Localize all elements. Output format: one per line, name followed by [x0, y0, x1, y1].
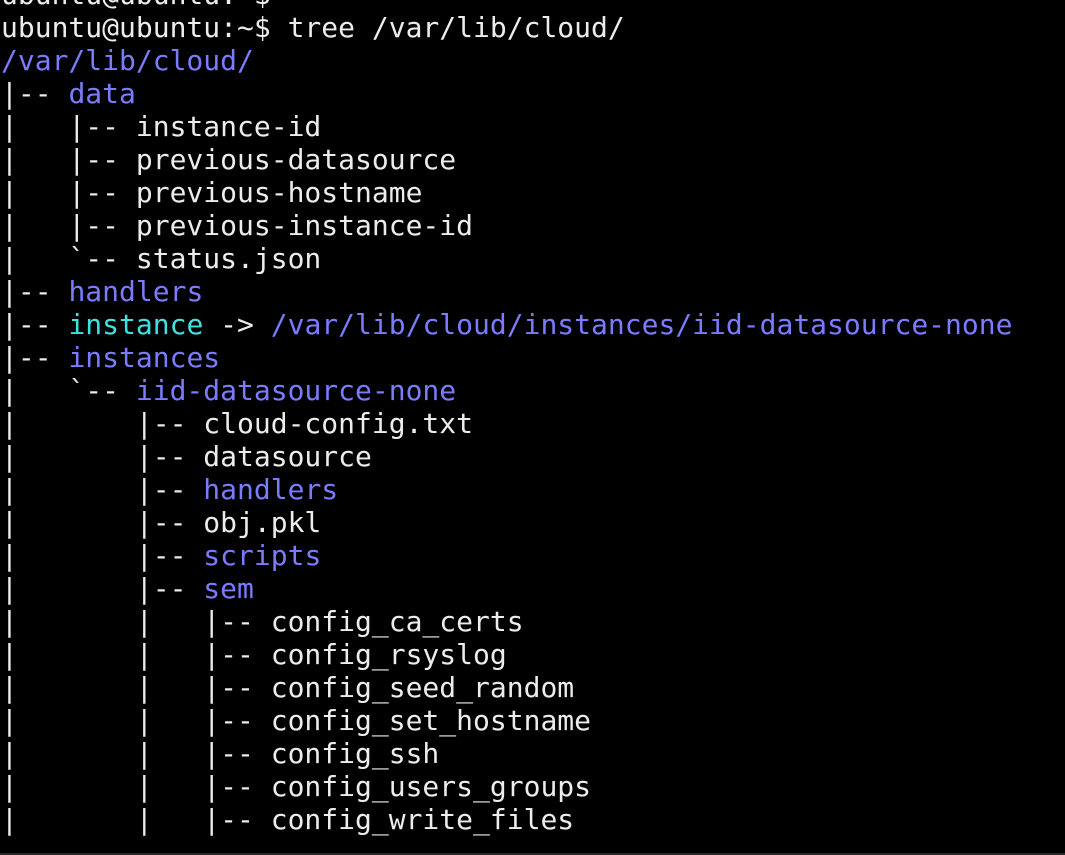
- entry-config-users-groups-segment-0: | | |-- config_users_groups: [1, 770, 592, 803]
- entry-sub-handlers-segment-1: handlers: [203, 473, 339, 506]
- entry-obj-pkl-segment-0: | |-- obj.pkl: [1, 506, 322, 539]
- entry-instance-symlink: |-- instance -> /var/lib/cloud/instances…: [1, 308, 1012, 341]
- entry-obj-pkl: | |-- obj.pkl: [1, 506, 1012, 539]
- previous-prompt-line-segment-0: ubuntu@ubuntu:~$: [1, 0, 271, 11]
- entry-previous-instance-id-segment-0: | |-- previous-instance-id: [1, 209, 474, 242]
- entry-cloud-config-txt: | |-- cloud-config.txt: [1, 407, 1012, 440]
- terminal-window[interactable]: ubuntu@ubuntu:~$ubuntu@ubuntu:~$ tree /v…: [0, 0, 1065, 855]
- command-line: ubuntu@ubuntu:~$ tree /var/lib/cloud/: [1, 11, 1012, 44]
- entry-sub-handlers: | |-- handlers: [1, 473, 1012, 506]
- entry-data-segment-1: data: [68, 77, 136, 110]
- entry-previous-instance-id: | |-- previous-instance-id: [1, 209, 1012, 242]
- entry-config-write-files: | | |-- config_write_files: [1, 803, 1012, 836]
- entry-datasource: | |-- datasource: [1, 440, 1012, 473]
- entry-instances: |-- instances: [1, 341, 1012, 374]
- entry-sem: | |-- sem: [1, 572, 1012, 605]
- entry-config-set-hostname: | | |-- config_set_hostname: [1, 704, 1012, 737]
- entry-config-ssh: | | |-- config_ssh: [1, 737, 1012, 770]
- entry-previous-datasource-segment-0: | |-- previous-datasource: [1, 143, 457, 176]
- entry-config-users-groups: | | |-- config_users_groups: [1, 770, 1012, 803]
- entry-instance-symlink-segment-1: instance: [68, 308, 204, 341]
- entry-config-ca-certs-segment-0: | | |-- config_ca_certs: [1, 605, 524, 638]
- entry-previous-datasource: | |-- previous-datasource: [1, 143, 1012, 176]
- entry-sem-segment-1: sem: [203, 572, 254, 605]
- entry-handlers: |-- handlers: [1, 275, 1012, 308]
- root-dir-segment-0: /var/lib/cloud/: [1, 44, 254, 77]
- entry-instance-symlink-segment-2: ->: [203, 308, 271, 341]
- entry-instance-id: | |-- instance-id: [1, 110, 1012, 143]
- entry-instances-segment-0: |--: [1, 341, 69, 374]
- entry-iid-datasource-none: | `-- iid-datasource-none: [1, 374, 1012, 407]
- entry-data-segment-0: |--: [1, 77, 69, 110]
- root-dir: /var/lib/cloud/: [1, 44, 1012, 77]
- entry-instance-id-segment-0: | |-- instance-id: [1, 110, 322, 143]
- previous-prompt-line: ubuntu@ubuntu:~$: [1, 0, 1012, 11]
- terminal-output: ubuntu@ubuntu:~$ubuntu@ubuntu:~$ tree /v…: [1, 0, 1012, 836]
- entry-sem-segment-0: | |--: [1, 572, 204, 605]
- entry-handlers-segment-0: |--: [1, 275, 69, 308]
- entry-config-rsyslog-segment-0: | | |-- config_rsyslog: [1, 638, 507, 671]
- entry-iid-datasource-none-segment-0: | `--: [1, 374, 136, 407]
- entry-instance-symlink-segment-3: /var/lib/cloud/instances/iid-datasource-…: [270, 308, 1013, 341]
- entry-datasource-segment-0: | |-- datasource: [1, 440, 372, 473]
- entry-data: |-- data: [1, 77, 1012, 110]
- entry-config-seed-random: | | |-- config_seed_random: [1, 671, 1012, 704]
- entry-config-rsyslog: | | |-- config_rsyslog: [1, 638, 1012, 671]
- entry-scripts: | |-- scripts: [1, 539, 1012, 572]
- entry-config-ssh-segment-0: | | |-- config_ssh: [1, 737, 440, 770]
- command-line-segment-0: ubuntu@ubuntu:~$ tree /var/lib/cloud/: [1, 11, 625, 44]
- entry-instances-segment-1: instances: [68, 341, 221, 374]
- entry-scripts-segment-0: | |--: [1, 539, 204, 572]
- entry-sub-handlers-segment-0: | |--: [1, 473, 204, 506]
- entry-handlers-segment-1: handlers: [68, 275, 204, 308]
- entry-status-json: | `-- status.json: [1, 242, 1012, 275]
- entry-previous-hostname: | |-- previous-hostname: [1, 176, 1012, 209]
- entry-instance-symlink-segment-0: |--: [1, 308, 69, 341]
- entry-status-json-segment-0: | `-- status.json: [1, 242, 322, 275]
- entry-config-seed-random-segment-0: | | |-- config_seed_random: [1, 671, 575, 704]
- entry-iid-datasource-none-segment-1: iid-datasource-none: [135, 374, 457, 407]
- entry-config-write-files-segment-0: | | |-- config_write_files: [1, 803, 575, 836]
- entry-cloud-config-txt-segment-0: | |-- cloud-config.txt: [1, 407, 474, 440]
- entry-scripts-segment-1: scripts: [203, 539, 322, 572]
- entry-config-set-hostname-segment-0: | | |-- config_set_hostname: [1, 704, 592, 737]
- entry-config-ca-certs: | | |-- config_ca_certs: [1, 605, 1012, 638]
- entry-previous-hostname-segment-0: | |-- previous-hostname: [1, 176, 423, 209]
